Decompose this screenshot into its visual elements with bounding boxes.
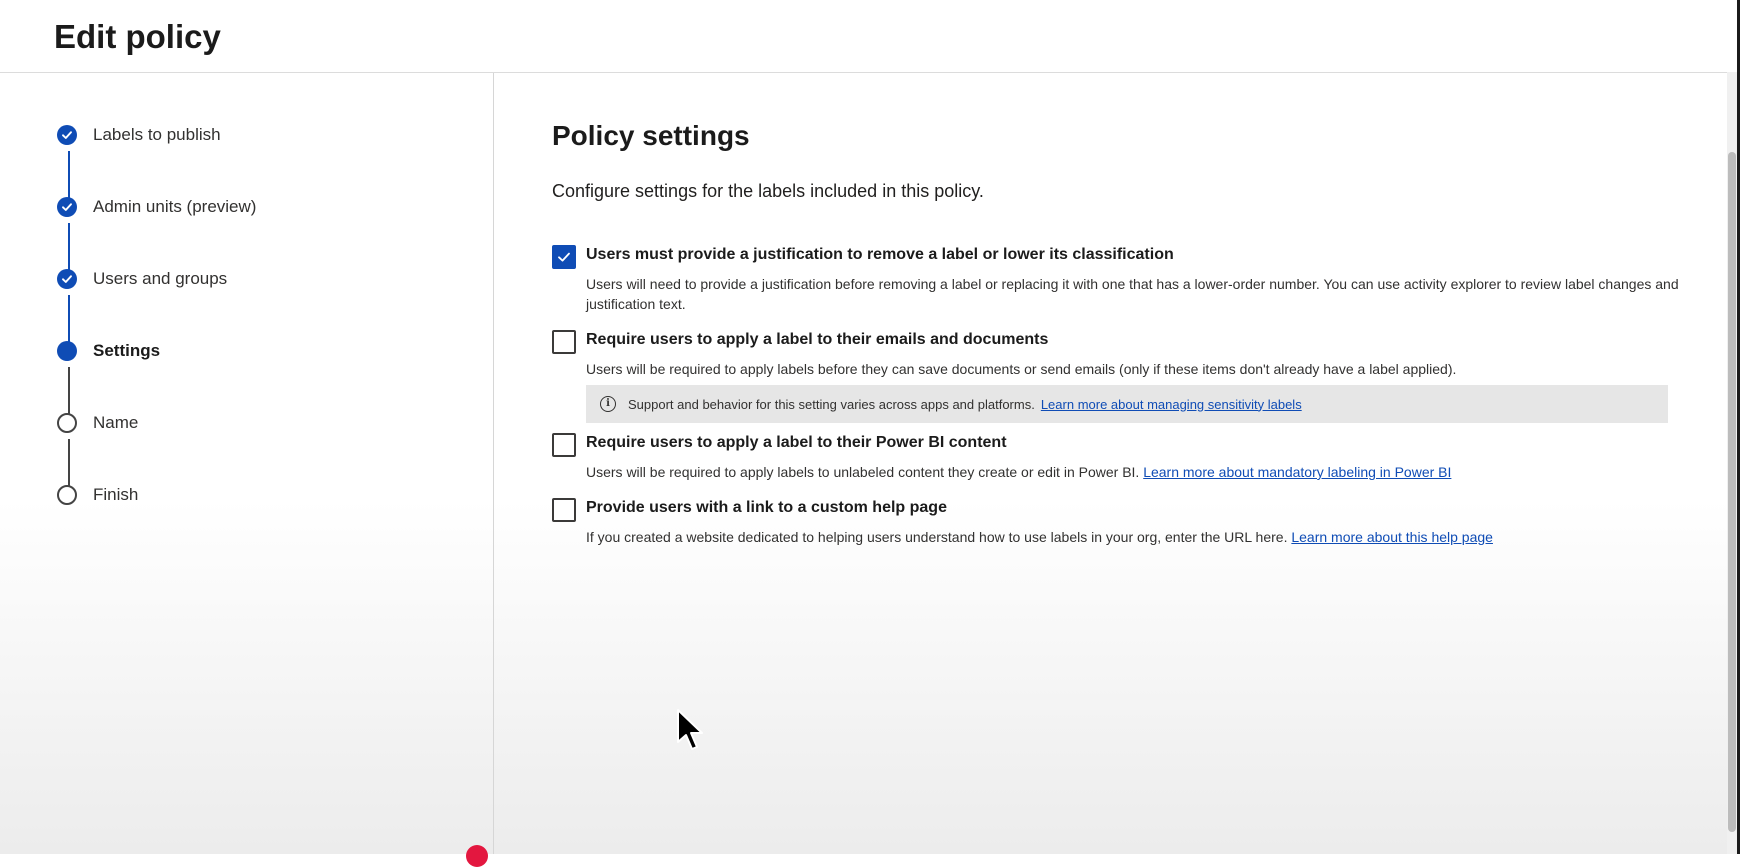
check-circle-icon	[57, 197, 77, 217]
step-connector	[68, 367, 70, 417]
check-circle-icon	[57, 269, 77, 289]
scrollbar-track[interactable]	[1727, 72, 1737, 854]
mouse-cursor-icon	[677, 709, 703, 750]
recording-indicator-icon	[466, 845, 488, 867]
justification-checkbox[interactable]	[552, 245, 576, 269]
option-title: Require users to apply a label to their …	[586, 434, 1007, 451]
info-icon: i	[600, 396, 616, 412]
page-title: Edit policy	[54, 18, 221, 55]
step-labels-to-publish[interactable]: Labels to publish	[57, 123, 221, 147]
power-bi-checkbox[interactable]	[552, 433, 576, 457]
step-label: Settings	[93, 341, 161, 360]
check-circle-icon	[57, 125, 77, 145]
learn-more-power-bi-link[interactable]: Learn more about mandatory labeling in P…	[1143, 464, 1451, 480]
edit-policy-panel: Edit policy Labels to publish Admin unit…	[0, 0, 1740, 854]
step-connector	[68, 295, 70, 345]
step-label: Finish	[93, 485, 139, 504]
step-label: Name	[93, 413, 139, 432]
option-title: Users must provide a justification to re…	[586, 246, 1174, 263]
option-title: Provide users with a link to a custom he…	[586, 499, 947, 516]
learn-more-help-page-link[interactable]: Learn more about this help page	[1291, 529, 1493, 545]
step-label: Users and groups	[93, 269, 228, 288]
option-description-text: If you created a website dedicated to he…	[586, 529, 1292, 545]
step-connector	[68, 223, 70, 273]
step-connector	[68, 439, 70, 489]
wizard-steps: Labels to publish Admin units (preview) …	[0, 73, 494, 854]
step-finish[interactable]: Finish	[57, 483, 138, 507]
info-message-bar: i Support and behavior for this setting …	[586, 385, 1668, 423]
option-description: Users will be required to apply labels t…	[586, 462, 1696, 482]
option-description: Users will need to provide a justificati…	[586, 276, 1679, 312]
panel-header: Edit policy	[0, 0, 1737, 73]
step-settings[interactable]: Settings	[57, 339, 160, 363]
info-text: Support and behavior for this setting va…	[628, 396, 1035, 412]
scrollbar-thumb[interactable]	[1728, 152, 1736, 832]
step-users-and-groups[interactable]: Users and groups	[57, 267, 227, 291]
step-connector	[68, 151, 70, 201]
section-description: Configure settings for the labels includ…	[552, 181, 984, 201]
option-description: If you created a website dedicated to he…	[586, 527, 1696, 547]
custom-help-page-checkbox[interactable]	[552, 498, 576, 522]
step-label: Admin units (preview)	[93, 197, 257, 216]
empty-circle-icon	[57, 413, 77, 433]
mandatory-labeling-checkbox[interactable]	[552, 330, 576, 354]
option-title: Require users to apply a label to their …	[586, 331, 1049, 348]
section-title: Policy settings	[552, 120, 750, 151]
step-label: Labels to publish	[93, 125, 221, 144]
option-description: Users will be required to apply labels b…	[586, 361, 1457, 377]
step-admin-units[interactable]: Admin units (preview)	[57, 195, 256, 219]
learn-more-sensitivity-labels-link[interactable]: Learn more about managing sensitivity la…	[1041, 397, 1302, 412]
option-description-text: Users will be required to apply labels t…	[586, 464, 1144, 480]
checkmark-icon	[558, 252, 570, 262]
empty-circle-icon	[57, 485, 77, 505]
current-step-icon	[57, 341, 77, 361]
step-name[interactable]: Name	[57, 411, 138, 435]
